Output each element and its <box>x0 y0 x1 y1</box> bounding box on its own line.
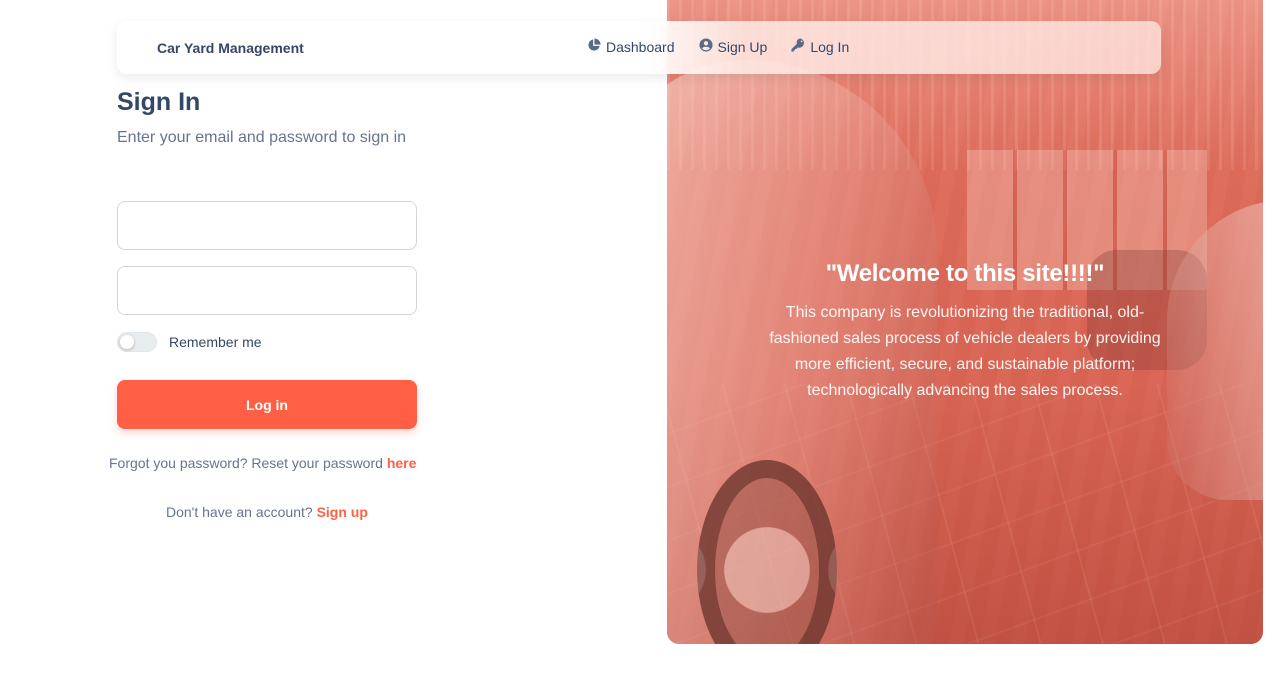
signup-prompt: Don't have an account? Sign up <box>166 504 368 520</box>
nav-link-log-in[interactable]: Log In <box>791 38 849 55</box>
toggle-knob <box>120 335 134 349</box>
nav-link-sign-up[interactable]: Sign Up <box>698 38 768 55</box>
nav-link-label: Sign Up <box>717 38 768 55</box>
page-title: Sign In <box>117 88 201 116</box>
remember-me: Remember me <box>117 332 262 352</box>
password-field[interactable] <box>117 266 417 315</box>
brand-name[interactable]: Car Yard Management <box>157 40 304 56</box>
forgot-password-text: Forgot you password? Reset your password… <box>109 455 416 471</box>
signup-prompt-label: Don't have an account? <box>166 504 313 520</box>
navbar: Car Yard Management Dashboard Sign Up Lo… <box>117 21 1161 74</box>
hero-panel: "Welcome to this site!!!!" This company … <box>667 0 1263 644</box>
pie-chart-icon <box>587 38 601 55</box>
nav-link-label: Dashboard <box>606 38 675 55</box>
email-field[interactable] <box>117 201 417 250</box>
hero-description: This company is revolutionizing the trad… <box>769 304 1161 399</box>
hero-title: "Welcome to this site!!!!" <box>825 260 1105 287</box>
nav-links: Dashboard Sign Up Log In <box>587 38 849 55</box>
user-circle-icon <box>698 38 713 55</box>
login-button[interactable]: Log in <box>117 380 417 429</box>
reset-password-link[interactable]: here <box>387 455 417 471</box>
key-icon <box>791 38 805 55</box>
nav-link-dashboard[interactable]: Dashboard <box>587 38 675 55</box>
hero-text: "Welcome to this site!!!!" This company … <box>667 260 1263 404</box>
forgot-password-label: Forgot you password? Reset your password <box>109 455 383 471</box>
nav-link-label: Log In <box>810 38 850 55</box>
page-subtitle: Enter your email and password to sign in <box>117 129 407 146</box>
signup-link[interactable]: Sign up <box>317 504 368 520</box>
remember-me-toggle[interactable] <box>117 332 157 352</box>
remember-me-label: Remember me <box>169 334 262 350</box>
